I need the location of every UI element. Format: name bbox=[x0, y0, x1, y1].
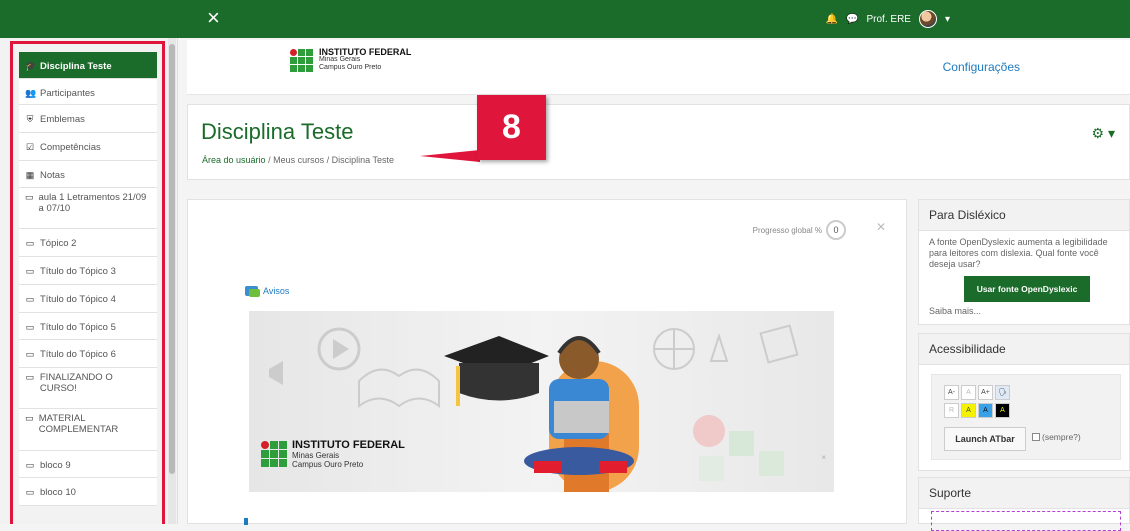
dyslexic-text: A fonte OpenDyslexic aumenta a legibilid… bbox=[929, 237, 1108, 269]
always-label: (sempre?) bbox=[1042, 432, 1081, 442]
font-increase-button[interactable]: A+ bbox=[978, 385, 993, 400]
site-header: INSTITUTO FEDERAL Minas Gerais Campus Ou… bbox=[187, 40, 1130, 95]
saiba-mais-link[interactable]: Saiba mais... bbox=[929, 306, 981, 316]
course-main: Progresso global % 0 ✕ Avisos INSTITUTO … bbox=[187, 199, 907, 525]
color-scheme-row: R A A A bbox=[944, 403, 1010, 418]
course-banner: INSTITUTO FEDERAL Minas Gerais Campus Ou… bbox=[249, 311, 834, 492]
accessibility-panel: A- A A+ 🗣 R A A A Launch ATbar (sempre?) bbox=[931, 374, 1121, 460]
highlight-frame bbox=[10, 41, 165, 524]
scheme-reset-button[interactable]: R bbox=[944, 403, 959, 418]
logo-line2: Minas Gerais bbox=[319, 56, 361, 63]
progress-ring: 0 bbox=[826, 220, 846, 240]
launch-atbar-button[interactable]: Launch ATbar bbox=[944, 427, 1026, 451]
speech-icon[interactable]: 🗣 bbox=[995, 385, 1010, 400]
banner-logo-mark bbox=[261, 441, 287, 467]
banner-logo: INSTITUTO FEDERAL Minas Gerais Campus Ou… bbox=[261, 439, 405, 469]
avisos-link[interactable]: Avisos bbox=[245, 286, 290, 297]
progress-label: Progresso global % bbox=[752, 225, 822, 235]
dyslexic-block: Para Disléxico A fonte OpenDyslexic aume… bbox=[918, 199, 1130, 325]
breadcrumb: Área do usuário / Meus cursos / Discipli… bbox=[202, 155, 395, 165]
bell-icon[interactable]: 🔔 bbox=[826, 14, 838, 25]
support-title: Suporte bbox=[919, 478, 1129, 509]
breadcrumb-current[interactable]: Disciplina Teste bbox=[332, 155, 394, 165]
breadcrumb-home[interactable]: Área do usuário bbox=[202, 155, 266, 165]
font-reset-button[interactable]: A bbox=[961, 385, 976, 400]
font-size-row: A- A A+ 🗣 bbox=[944, 385, 1010, 400]
banner-logo-title: INSTITUTO FEDERAL bbox=[292, 439, 405, 451]
annotation-badge: 8 bbox=[477, 95, 546, 160]
forum-icon bbox=[245, 286, 260, 297]
dyslexic-title: Para Disléxico bbox=[919, 200, 1129, 231]
logo-mark bbox=[290, 48, 313, 72]
page-title: Disciplina Teste bbox=[201, 119, 354, 144]
support-content bbox=[931, 511, 1121, 531]
chat-icon[interactable]: 💬 bbox=[846, 14, 858, 25]
logo-title: INSTITUTO FEDERAL bbox=[319, 47, 412, 57]
opendyslexic-button[interactable]: Usar fonte OpenDyslexic bbox=[964, 276, 1090, 302]
close-icon[interactable]: × bbox=[207, 6, 220, 30]
breadcrumb-courses[interactable]: Meus cursos bbox=[273, 155, 324, 165]
global-progress: Progresso global % 0 bbox=[753, 220, 846, 240]
accessibility-block: Acessibilidade A- A A+ 🗣 R A A A Launch … bbox=[918, 333, 1130, 471]
scrollbar-thumb[interactable] bbox=[169, 44, 175, 474]
caret-down-icon[interactable]: ▾ bbox=[945, 14, 950, 25]
avisos-label: Avisos bbox=[263, 286, 290, 296]
top-navbar: × 🔔 💬 Prof. ERE ▾ bbox=[0, 0, 1130, 38]
scheme-blue-button[interactable]: A bbox=[978, 403, 993, 418]
banner-logo-line3: Campus Ouro Preto bbox=[292, 460, 364, 469]
user-area: 🔔 💬 Prof. ERE ▾ bbox=[826, 10, 950, 28]
scheme-black-button[interactable]: A bbox=[995, 403, 1010, 418]
banner-logo-line2: Minas Gerais bbox=[292, 451, 340, 460]
accessibility-title: Acessibilidade bbox=[919, 334, 1129, 365]
banner-close-icon[interactable]: × bbox=[821, 453, 826, 462]
scheme-yellow-button[interactable]: A bbox=[961, 403, 976, 418]
drawer-scrollbar[interactable] bbox=[168, 38, 176, 524]
gear-icon[interactable]: ⚙ ▾ bbox=[1092, 125, 1115, 142]
user-name[interactable]: Prof. ERE bbox=[867, 14, 911, 25]
logo-line3: Campus Ouro Preto bbox=[319, 64, 382, 71]
always-checkbox[interactable] bbox=[1032, 433, 1040, 441]
annotation-pointer bbox=[420, 150, 480, 162]
close-icon[interactable]: ✕ bbox=[876, 220, 886, 234]
avatar[interactable] bbox=[918, 10, 937, 28]
font-decrease-button[interactable]: A- bbox=[944, 385, 959, 400]
always-option[interactable]: (sempre?) bbox=[1032, 432, 1081, 442]
page-header: Disciplina Teste Área do usuário / Meus … bbox=[187, 104, 1130, 180]
config-link[interactable]: Configurações bbox=[943, 60, 1020, 74]
support-block: Suporte bbox=[918, 477, 1130, 531]
site-logo[interactable]: INSTITUTO FEDERAL Minas Gerais Campus Ou… bbox=[290, 48, 411, 72]
